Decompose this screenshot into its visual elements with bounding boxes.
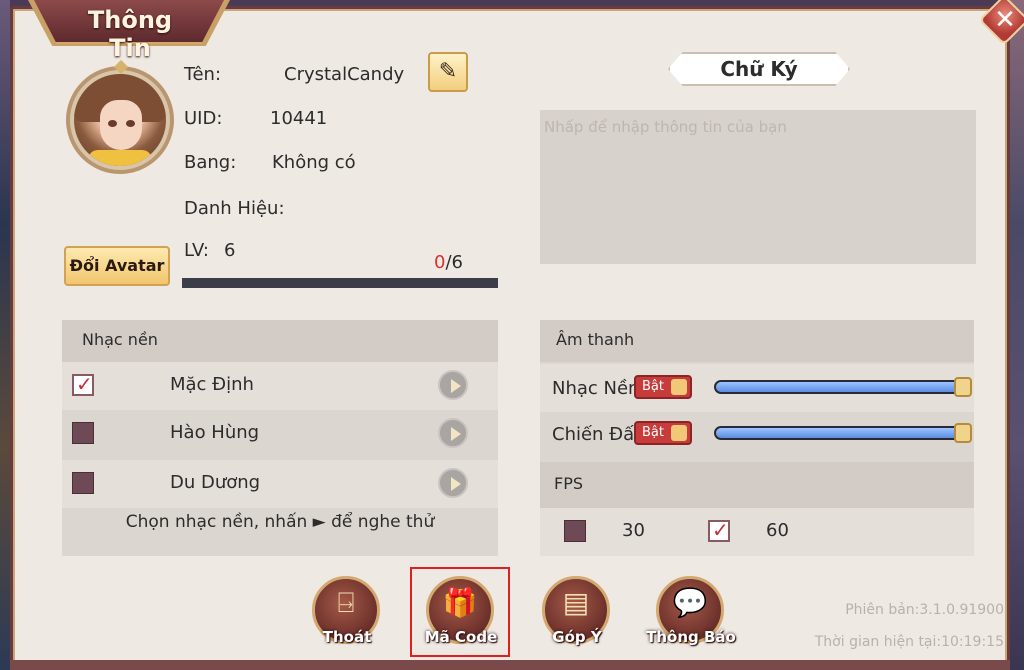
music-option-row[interactable]: Du Dương	[62, 460, 498, 508]
sound-row-music: Nhạc Nền Bật	[540, 364, 974, 412]
music-checkbox[interactable]	[72, 422, 94, 444]
sound-row-battle: Chiến Đấu Bật	[540, 412, 974, 460]
music-volume-handle[interactable]	[954, 377, 972, 397]
guild-value: Không có	[272, 152, 356, 173]
feedback-button[interactable]: ▤ Góp Ý	[542, 576, 612, 650]
signature-header: Chữ Ký	[668, 52, 850, 86]
feedback-card-icon: ▤	[562, 586, 590, 619]
avatar[interactable]	[74, 74, 166, 166]
play-preview-icon[interactable]	[438, 418, 468, 448]
name-value: CrystalCandy	[284, 64, 405, 85]
fps-section-header: FPS	[540, 462, 974, 508]
battle-toggle[interactable]: Bật	[634, 421, 692, 445]
xp-bar	[182, 278, 498, 288]
music-option-label: Du Dương	[170, 472, 261, 493]
sound-header-label: Âm thanh	[556, 330, 635, 349]
music-volume-fill	[716, 382, 966, 392]
music-option-row[interactable]: Hào Hùng	[62, 410, 498, 458]
uid-value: 10441	[270, 108, 328, 129]
level-value: 6	[224, 240, 236, 261]
music-hint: Chọn nhạc nền, nhấn ► để nghe thử	[125, 512, 435, 532]
fps-header-label: FPS	[554, 474, 584, 493]
chat-bubble-icon: 💬	[672, 586, 708, 619]
fps-options: 30 60	[540, 508, 974, 556]
selection-highlight	[410, 567, 510, 657]
guild-label: Bang:	[184, 152, 237, 173]
edit-name-button[interactable]: ✎	[428, 52, 468, 92]
battle-volume-label: Chiến Đấu	[552, 424, 646, 445]
battle-toggle-label: Bật	[642, 425, 664, 440]
background-right	[1010, 0, 1024, 670]
panel-bottom-trim	[10, 660, 1010, 670]
music-option-label: Mặc Định	[170, 374, 254, 395]
music-checkbox[interactable]	[72, 472, 94, 494]
level-label: LV:	[184, 240, 209, 261]
sound-panel: Âm thanh Nhạc Nền Bật Chiến Đấu Bật FPS …	[540, 320, 974, 556]
uid-label: UID:	[184, 108, 223, 129]
music-volume-label: Nhạc Nền	[552, 378, 640, 399]
battle-volume-handle[interactable]	[954, 423, 972, 443]
fps-60-label: 60	[766, 520, 789, 541]
change-avatar-button[interactable]: Đổi Avatar	[64, 246, 170, 286]
music-panel: Nhạc nền Mặc Định Hào Hùng Du Dương Chọn…	[62, 320, 498, 556]
music-option-row[interactable]: Mặc Định	[62, 362, 498, 410]
name-label: Tên:	[184, 64, 222, 85]
battle-volume-fill	[716, 428, 966, 438]
music-section-header: Nhạc nền	[62, 320, 498, 362]
title-label: Danh Hiệu:	[184, 198, 285, 219]
play-preview-icon[interactable]	[438, 468, 468, 498]
xp-counter: 0/6	[434, 252, 463, 273]
sound-section-header: Âm thanh	[540, 320, 974, 362]
background-left	[0, 0, 10, 670]
notice-button[interactable]: 💬 Thông Báo	[646, 576, 736, 650]
feedback-label: Góp Ý	[552, 628, 602, 646]
music-toggle[interactable]: Bật	[634, 375, 692, 399]
exit-button[interactable]: ⍈ Thoát	[312, 576, 382, 650]
xp-current: 0	[434, 252, 446, 273]
fps-30-checkbox[interactable]	[564, 520, 586, 542]
notice-label: Thông Báo	[646, 628, 736, 646]
play-preview-icon[interactable]	[438, 370, 468, 400]
music-option-label: Hào Hùng	[170, 422, 260, 443]
server-time-text: Thời gian hiện tại:10:19:15	[814, 634, 1004, 650]
battle-volume-slider[interactable]	[714, 423, 972, 443]
fps-30-label: 30	[622, 520, 645, 541]
version-text: Phiên bản:3.1.0.91900	[845, 602, 1004, 618]
exit-door-icon: ⍈	[337, 586, 355, 619]
exit-label: Thoát	[322, 628, 372, 646]
music-toggle-label: Bật	[642, 379, 664, 394]
music-header-label: Nhạc nền	[82, 330, 158, 349]
music-volume-slider[interactable]	[714, 377, 972, 397]
window-title: Thông Tin	[87, 6, 173, 62]
signature-input[interactable]	[540, 110, 976, 264]
music-checkbox[interactable]	[72, 372, 94, 396]
close-icon[interactable]: ✕	[990, 4, 1020, 36]
pencil-icon: ✎	[438, 59, 458, 84]
xp-max: /6	[445, 252, 463, 273]
fps-60-checkbox[interactable]	[708, 518, 730, 542]
